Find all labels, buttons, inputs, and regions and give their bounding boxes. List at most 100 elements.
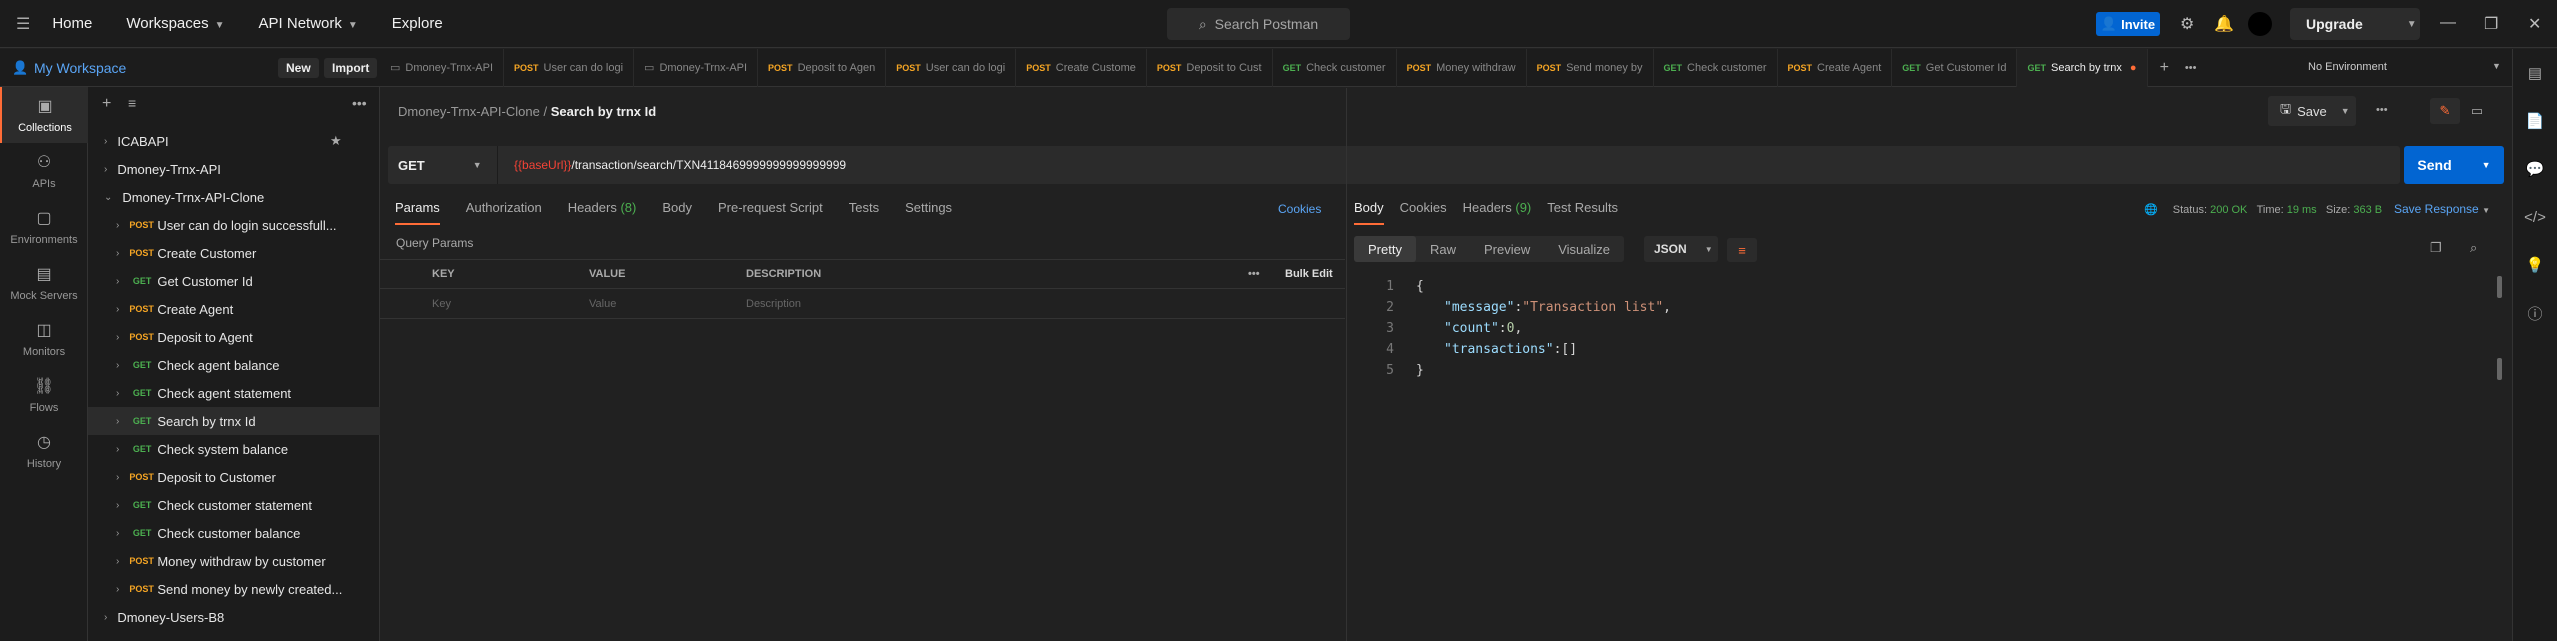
minimize-icon[interactable]: — [2440,14,2456,32]
nav-explore[interactable]: Explore [392,15,443,32]
scrollbar[interactable] [2497,358,2502,380]
tab-request[interactable]: ▭ Dmoney-Trnx-API [634,48,759,87]
tab-request[interactable]: POST Money withdraw [1397,48,1527,87]
view-preview[interactable]: Preview [1470,236,1544,262]
collection-dmoney-trnx-api[interactable]: › Dmoney-Trnx-API [88,155,380,183]
settings-icon[interactable]: ⚙ [2180,14,2194,34]
tab-request[interactable]: POST User can do logi [886,48,1017,87]
import-button[interactable]: Import [324,58,378,78]
rail-apis[interactable]: ⚇ APIs [0,143,88,199]
invite-button[interactable]: 👤 Invite [2096,12,2160,36]
tab-request[interactable]: POST Send money by [1527,48,1654,87]
star-icon[interactable]: ★ [330,133,342,149]
more-icon[interactable]: ••• [1248,268,1260,280]
more-icon[interactable]: ••• [352,95,367,111]
status-badge[interactable]: 200 OK [2210,204,2247,216]
notifications-icon[interactable]: 🔔 [2214,14,2234,34]
rail-mock-servers[interactable]: ▤ Mock Servers [0,255,88,311]
list-item[interactable]: › POST User can do login successfull... [88,211,380,239]
tab-request[interactable]: POST Create Custome [1016,48,1147,87]
scrollbar[interactable] [2497,276,2502,298]
tab-request[interactable]: GET Check customer [1273,48,1397,87]
tab-settings[interactable]: Settings [905,200,952,225]
tab-request[interactable]: ▭ Dmoney-Trnx-API [380,48,505,87]
wrap-lines-icon[interactable]: ≡ [1727,238,1757,262]
maximize-icon[interactable]: ❐ [2484,14,2498,34]
tab-params[interactable]: Params [395,200,440,225]
tab-test-results[interactable]: Test Results [1547,200,1618,225]
workspace-name[interactable]: My Workspace [34,60,126,76]
upgrade-button[interactable]: Upgrade ▼ [2290,8,2420,40]
size-value[interactable]: 363 B [2353,204,2382,216]
list-item[interactable]: › POST Money withdraw by customer [88,547,380,575]
copy-icon[interactable]: ❐ [2430,240,2442,256]
list-item[interactable]: › POST Send money by newly created... [88,575,380,603]
tab-headers[interactable]: Headers (8) [568,200,637,225]
key-input[interactable]: Key [432,298,451,310]
tab-request-active[interactable]: GET Search by trnx ● [2017,48,2148,87]
lightbulb-icon[interactable]: 💡 [2513,241,2557,289]
tab-request[interactable]: POST Deposit to Agen [758,48,887,87]
method-select[interactable]: GET ▼ [388,146,498,184]
nav-workspaces[interactable]: Workspaces ▼ [126,15,224,32]
value-input[interactable]: Value [589,298,616,310]
list-item[interactable]: › POST Deposit to Agent [88,323,380,351]
add-tab-icon[interactable]: + [2160,59,2169,77]
view-pretty[interactable]: Pretty [1354,236,1416,262]
list-item[interactable]: › GET Check agent statement [88,379,380,407]
list-item[interactable]: › POST Create Customer [88,239,380,267]
comments-icon[interactable]: 💬 [2513,145,2557,193]
list-item[interactable]: › GET Get Customer Id [88,267,380,295]
tab-request[interactable]: GET Get Customer Id [1892,48,2018,87]
tab-request[interactable]: POST User can do logi [504,48,635,87]
time-value[interactable]: 19 ms [2287,204,2317,216]
rail-environments[interactable]: ▢ Environments [0,199,88,255]
rail-flows[interactable]: ⛓ Flows [0,367,88,423]
search-bar[interactable]: ⌕ Search Postman [1167,8,1350,40]
menu-icon[interactable]: ☰ [16,14,30,34]
tab-request[interactable]: POST Create Agent [1778,48,1893,87]
doc-icon[interactable]: 📄 [2513,97,2557,145]
view-visualize[interactable]: Visualize [1544,236,1624,262]
format-select[interactable]: JSON ▼ [1644,236,1718,262]
rail-monitors[interactable]: ◫ Monitors [0,311,88,367]
avatar[interactable] [2248,12,2272,36]
nav-api-network[interactable]: API Network ▼ [259,15,358,32]
list-item[interactable]: › GET Check customer statement [88,491,380,519]
nav-home[interactable]: Home [52,15,92,32]
list-item[interactable]: › POST Create Agent [88,295,380,323]
rail-history[interactable]: ◷ History [0,423,88,479]
tab-tests[interactable]: Tests [849,200,879,225]
bulk-edit-button[interactable]: Bulk Edit [1285,268,1333,280]
list-item[interactable]: › POST Deposit to Customer [88,463,380,491]
view-raw[interactable]: Raw [1416,236,1470,262]
tab-request[interactable]: POST Deposit to Cust [1147,48,1273,87]
description-input[interactable]: Description [746,298,801,310]
collection-icabapi[interactable]: › ICABAPI ★ [88,127,380,155]
search-icon[interactable]: ⌕ [2470,240,2477,256]
info-icon[interactable]: ⓘ [2513,289,2557,337]
documentation-icon[interactable]: ▤ [2513,49,2557,97]
url-input[interactable]: {{baseUrl}}/transaction/search/TXN411846… [498,158,846,172]
tab-authorization[interactable]: Authorization [466,200,542,225]
collection-dmoney-users-b8[interactable]: › Dmoney-Users-B8 [88,603,380,631]
tab-pre-request-script[interactable]: Pre-request Script [718,200,823,225]
rail-collections[interactable]: ▣ Collections [0,87,88,143]
list-item[interactable]: › GET Check customer balance [88,519,380,547]
cookies-link[interactable]: Cookies [1278,202,1321,216]
list-item[interactable]: › GET Search by trnx Id [88,407,380,435]
tab-response-body[interactable]: Body [1354,200,1384,225]
save-response-button[interactable]: Save Response ▼ [2394,202,2490,216]
more-icon[interactable]: ••• [2185,62,2197,74]
list-item[interactable]: › GET Check system balance [88,435,380,463]
tab-request[interactable]: GET Check customer [1654,48,1778,87]
close-icon[interactable]: ✕ [2528,14,2541,34]
code-icon[interactable]: </> [2513,193,2557,241]
new-button[interactable]: New [278,58,319,78]
filter-icon[interactable]: ≡ [128,95,136,111]
tab-body[interactable]: Body [662,200,692,225]
add-icon[interactable]: + [102,95,111,113]
tab-response-headers[interactable]: Headers (9) [1463,200,1532,225]
breadcrumb-parent[interactable]: Dmoney-Trnx-API-Clone [398,104,540,119]
environment-select[interactable]: No Environment ▼ [2308,61,2508,73]
